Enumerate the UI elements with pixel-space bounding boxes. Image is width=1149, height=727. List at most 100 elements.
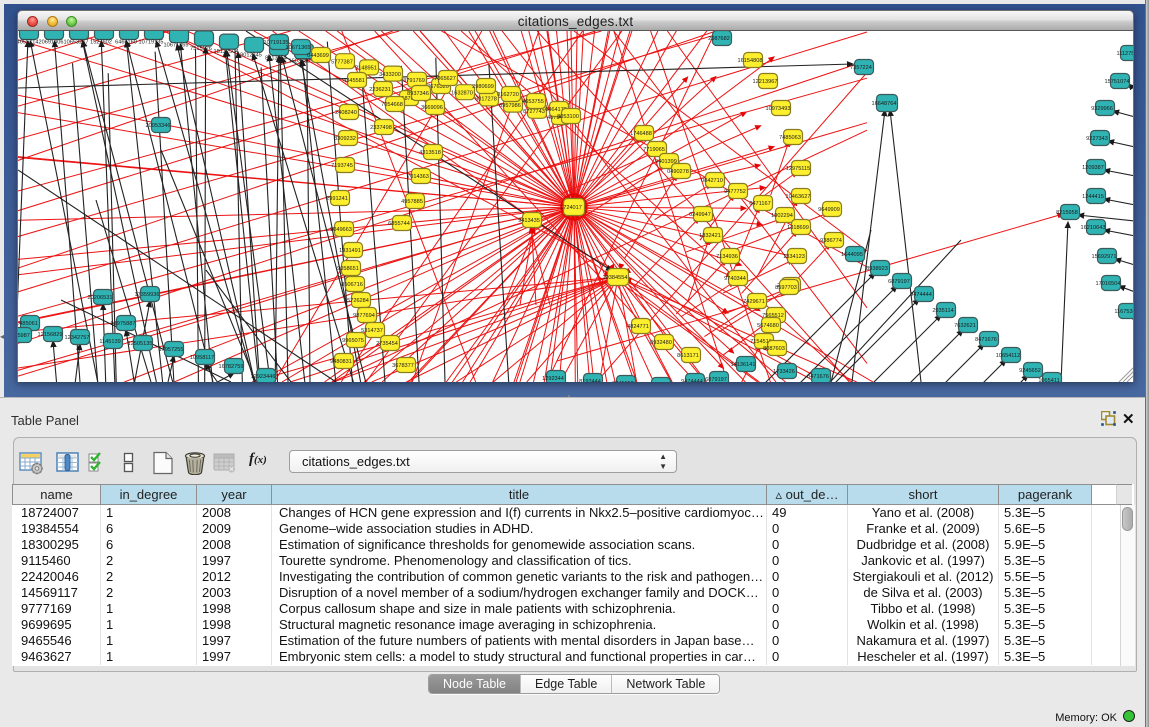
svg-text:3791769: 3791769 — [403, 78, 425, 84]
svg-text:1902294: 1902294 — [771, 213, 793, 219]
svg-text:8506716: 8506716 — [341, 282, 363, 288]
svg-text:4824771: 4824771 — [627, 324, 649, 330]
svg-text:4313518: 4313518 — [419, 150, 441, 156]
svg-text:3669096: 3669096 — [421, 105, 443, 111]
svg-text:4653755: 4653755 — [522, 99, 544, 105]
svg-text:0443699: 0443699 — [307, 53, 329, 59]
svg-text:9965075: 9965075 — [342, 338, 364, 344]
svg-text:1746488: 1746488 — [630, 131, 652, 137]
svg-text:1145139: 1145139 — [99, 339, 120, 345]
svg-text:93975887: 93975887 — [111, 321, 136, 327]
svg-text:9329966: 9329966 — [1091, 106, 1113, 112]
svg-text:9740344: 9740344 — [724, 276, 746, 282]
svg-text:7429671: 7429671 — [743, 299, 765, 305]
svg-text:1632870: 1632870 — [451, 90, 473, 96]
svg-text:8938923: 8938923 — [866, 266, 888, 272]
svg-text:1527602: 1527602 — [90, 40, 112, 46]
svg-text:9474444: 9474444 — [681, 379, 703, 382]
svg-text:14136141: 14136141 — [731, 362, 756, 368]
svg-text:7014363: 7014363 — [407, 174, 429, 180]
svg-text:7357224: 7357224 — [850, 65, 872, 71]
svg-text:8813054: 8813054 — [265, 56, 287, 62]
svg-text:1244415: 1244415 — [1082, 194, 1104, 200]
svg-text:0842710: 0842710 — [701, 178, 723, 184]
svg-text:9413435: 9413435 — [518, 218, 540, 224]
svg-text:1334123: 1334123 — [783, 254, 805, 260]
svg-text:8727743: 8727743 — [523, 109, 545, 115]
svg-text:1832421: 1832421 — [699, 233, 721, 239]
svg-text:15692971: 15692971 — [1092, 254, 1117, 260]
svg-text:20053346: 20053346 — [146, 123, 171, 129]
svg-text:1209387: 1209387 — [1082, 165, 1104, 171]
svg-text:20206531: 20206531 — [88, 295, 113, 301]
svg-text:12923446: 12923446 — [251, 374, 276, 380]
svg-text:0471167: 0471167 — [749, 201, 770, 207]
svg-text:8317278: 8317278 — [475, 97, 497, 103]
svg-text:16782759: 16782759 — [219, 364, 244, 370]
svg-text:10653267: 10653267 — [64, 40, 89, 46]
svg-text:7065627: 7065627 — [434, 76, 456, 82]
svg-text:7485063: 7485063 — [779, 135, 801, 141]
svg-text:2408240: 2408240 — [335, 110, 357, 116]
svg-text:6879197: 6879197 — [888, 279, 910, 285]
svg-text:9227343: 9227343 — [1086, 136, 1108, 142]
svg-text:1644095: 1644095 — [841, 252, 863, 258]
svg-text:1318699: 1318699 — [787, 225, 809, 231]
svg-text:12505135: 12505135 — [128, 341, 153, 347]
svg-text:2148951: 2148951 — [355, 66, 377, 72]
svg-text:17359936: 17359936 — [135, 292, 160, 298]
svg-text:0490278: 0490278 — [667, 169, 689, 175]
svg-text:8192444: 8192444 — [579, 379, 601, 382]
svg-text:9480831: 9480831 — [330, 359, 352, 365]
svg-text:16154808: 16154808 — [738, 58, 763, 64]
svg-text:16033809: 16033809 — [289, 59, 314, 65]
svg-text:2991241: 2991241 — [326, 196, 348, 202]
svg-text:2935114: 2935114 — [932, 308, 953, 314]
svg-text:2735454: 2735454 — [376, 341, 398, 347]
svg-text:8937346: 8937346 — [407, 91, 429, 97]
svg-text:2337498: 2337498 — [370, 125, 392, 131]
svg-text:5777387: 5777387 — [331, 59, 353, 65]
svg-text:6855744: 6855744 — [388, 221, 410, 227]
svg-text:19384554: 19384554 — [603, 275, 628, 281]
svg-text:10973493: 10973493 — [766, 106, 791, 112]
svg-text:17957255: 17957255 — [159, 347, 184, 353]
svg-text:3678377: 3678377 — [392, 363, 414, 369]
svg-text:10654112: 10654112 — [996, 353, 1020, 359]
svg-text:8087603: 8087603 — [763, 346, 785, 352]
svg-text:10463627: 10463627 — [786, 194, 811, 200]
svg-text:15751074: 15751074 — [1105, 79, 1130, 85]
svg-text:9877694: 9877694 — [353, 313, 375, 319]
svg-text:8053100: 8053100 — [557, 114, 579, 120]
svg-text:8215958: 8215958 — [1056, 210, 1078, 216]
svg-text:1724017: 1724017 — [560, 205, 582, 211]
svg-text:4345581: 4345581 — [343, 78, 365, 84]
svg-text:9649909: 9649909 — [818, 207, 840, 213]
svg-text:0249947: 0249947 — [689, 212, 711, 218]
svg-text:10719135: 10719135 — [139, 40, 164, 46]
svg-text:7134936: 7134936 — [716, 254, 738, 260]
svg-text:7515526: 7515526 — [190, 46, 212, 52]
svg-text:0162720: 0162720 — [497, 92, 519, 98]
svg-text:8957986: 8957986 — [499, 103, 521, 109]
svg-text:12342757: 12342757 — [65, 335, 90, 341]
svg-text:8471676: 8471676 — [975, 337, 997, 343]
svg-text:4957885: 4957885 — [401, 199, 423, 205]
svg-text:10958117: 10958117 — [190, 355, 214, 361]
svg-text:1485061: 1485061 — [18, 321, 38, 327]
svg-text:1065411: 1065411 — [1038, 378, 1059, 382]
svg-text:2087682: 2087682 — [708, 36, 730, 42]
svg-text:9012345: 9012345 — [240, 52, 262, 58]
svg-text:1167534: 1167534 — [1114, 309, 1134, 315]
svg-text:9386774: 9386774 — [820, 238, 842, 244]
svg-text:3309232: 3309232 — [334, 136, 356, 142]
svg-text:16210643: 16210643 — [1081, 225, 1106, 231]
svg-text:1292344: 1292344 — [542, 376, 564, 382]
svg-text:7632621: 7632621 — [954, 323, 976, 329]
svg-text:8597703: 8597703 — [775, 285, 797, 291]
svg-text:7054668: 7054668 — [381, 102, 403, 108]
svg-text:17016504: 17016504 — [1096, 281, 1121, 287]
svg-text:9477752: 9477752 — [724, 189, 746, 195]
svg-text:1733426: 1733426 — [773, 369, 795, 375]
svg-text:2980699: 2980699 — [472, 84, 494, 90]
